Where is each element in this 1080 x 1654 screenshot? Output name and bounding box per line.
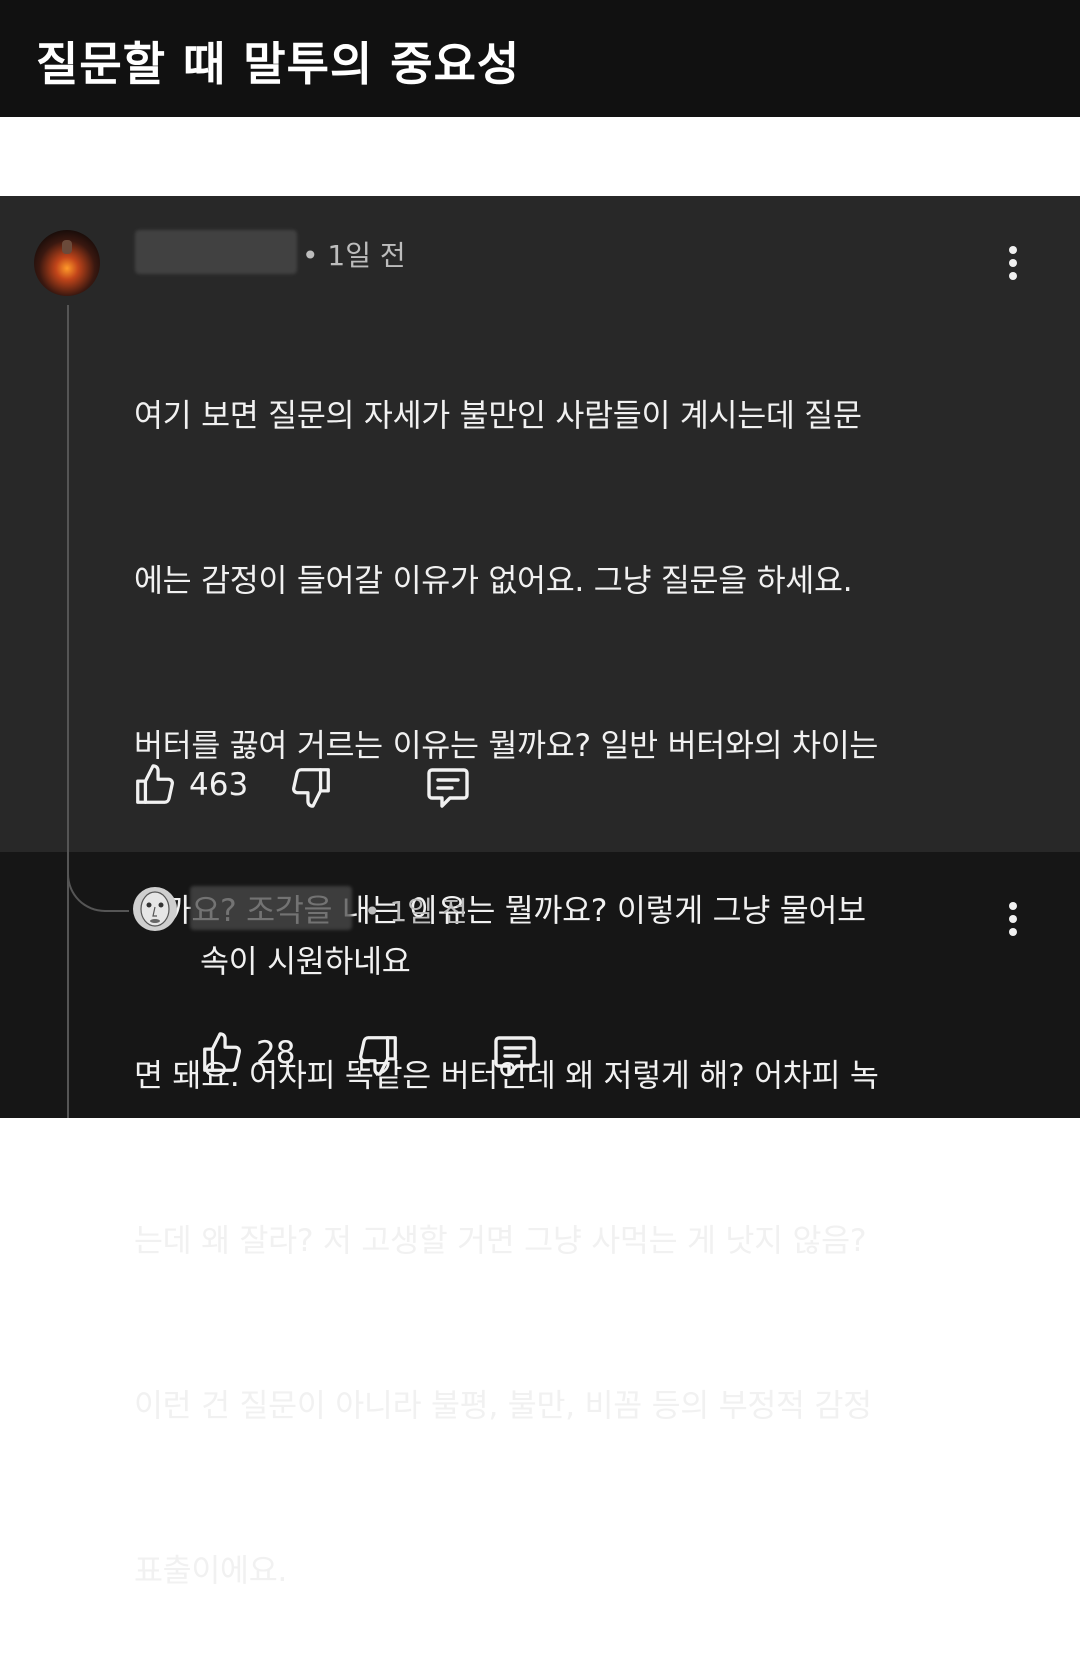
- username-redacted[interactable]: [190, 886, 352, 930]
- like-count: 463: [189, 767, 249, 803]
- avatar[interactable]: [34, 230, 100, 296]
- comment-line: 이런 건 질문이 아니라 불평, 불만, 비꼼 등의 부정적 감정: [134, 1388, 872, 1424]
- comment-line: 표출이에요.: [134, 1553, 288, 1589]
- thumbs-up-icon[interactable]: [199, 1030, 245, 1076]
- comment-line: 는데 왜 잘라? 저 고생할 거면 그냥 사먹는 게 낫지 않음?: [134, 1223, 867, 1259]
- comment-timestamp: • 1일 전: [302, 239, 406, 272]
- more-vertical-icon[interactable]: [998, 894, 1028, 944]
- like-count: 28: [256, 1035, 296, 1071]
- page-title: 질문할 때 말투의 중요성: [36, 37, 521, 91]
- reply-text: 속이 시원하네요: [200, 944, 411, 980]
- reply-icon[interactable]: [424, 764, 472, 812]
- page-header: 질문할 때 말투의 중요성: [0, 0, 1080, 117]
- thumbs-up-icon[interactable]: [132, 762, 178, 808]
- reply-timestamp: • 1일 전: [364, 895, 468, 928]
- avatar[interactable]: [133, 887, 177, 931]
- comment-line: 여기 보면 질문의 자세가 불만인 사람들이 계시는데 질문: [134, 398, 862, 434]
- comment-line: 에는 감정이 들어갈 이유가 없어요. 그냥 질문을 하세요.: [134, 563, 853, 599]
- reply-icon[interactable]: [491, 1032, 539, 1080]
- more-vertical-icon[interactable]: [998, 238, 1028, 288]
- thread-line: [67, 305, 69, 1118]
- comment-line: 버터를 끓여 거르는 이유는 뭘까요? 일반 버터와의 차이는: [134, 728, 879, 764]
- username-redacted[interactable]: [135, 230, 297, 274]
- thumbs-down-icon[interactable]: [355, 1032, 401, 1078]
- thumbs-down-icon[interactable]: [288, 764, 334, 810]
